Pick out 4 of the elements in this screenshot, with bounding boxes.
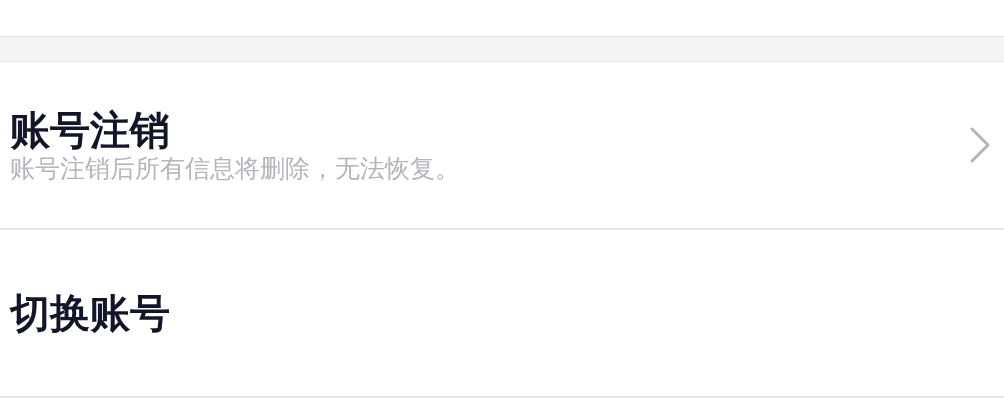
chevron-right-icon bbox=[969, 126, 991, 164]
row-subtitle: 账号注销后所有信息将删除，无法恢复。 bbox=[10, 154, 461, 184]
row-title: 切换账号 bbox=[10, 289, 171, 337]
row-title: 账号注销 bbox=[10, 106, 171, 154]
